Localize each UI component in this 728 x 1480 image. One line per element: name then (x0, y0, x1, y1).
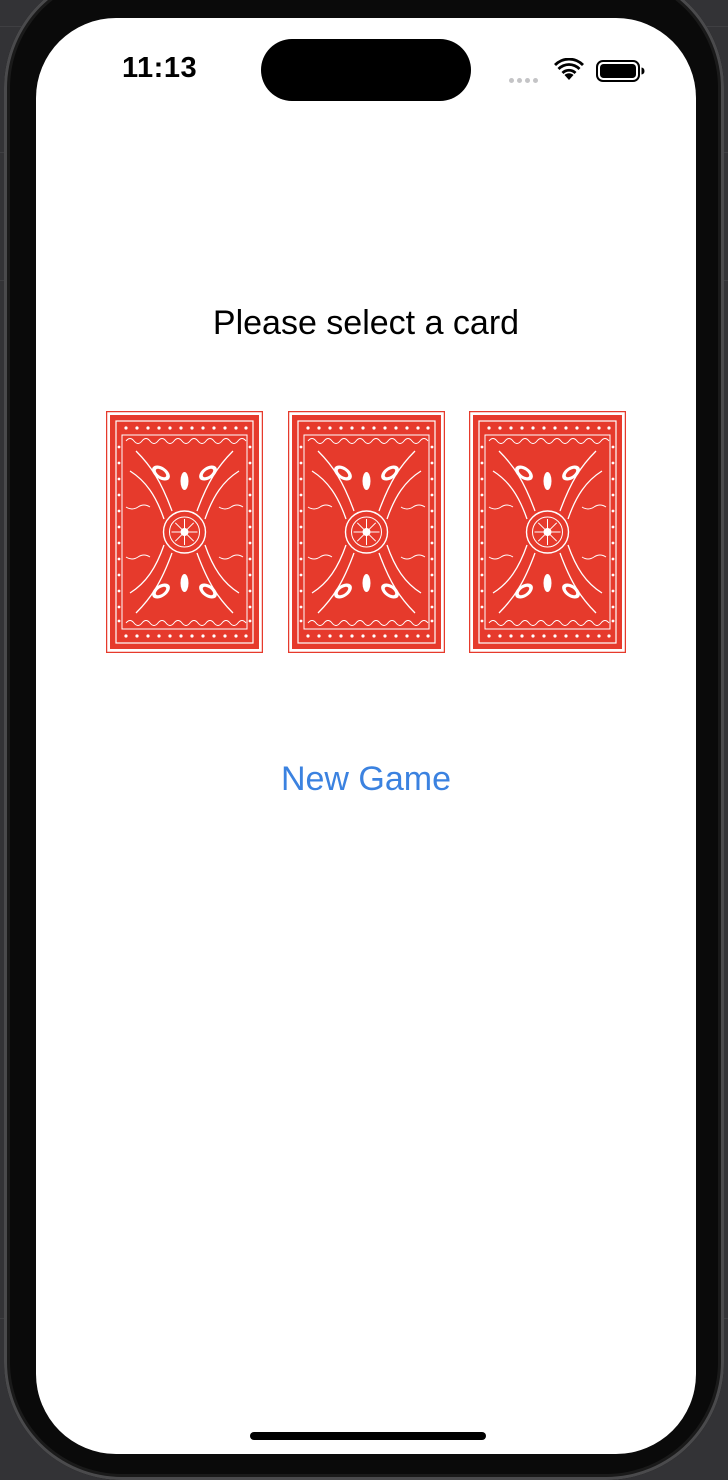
dynamic-island (261, 39, 471, 101)
battery-icon (596, 60, 645, 82)
instruction-label: Please select a card (212, 304, 520, 342)
new-game-button[interactable]: New Game (216, 754, 516, 805)
home-indicator[interactable] (250, 1432, 486, 1440)
card-back-image (469, 411, 626, 653)
cellular-dots-icon (509, 76, 543, 84)
card-back-image (288, 411, 445, 653)
card-2[interactable] (288, 411, 445, 653)
card-row (106, 411, 626, 653)
card-3[interactable] (469, 411, 626, 653)
status-time: 11:13 (122, 52, 198, 84)
wifi-icon (554, 58, 584, 80)
card-back-image (106, 411, 263, 653)
card-1[interactable] (106, 411, 263, 653)
phone-screen: 11:13 Please select a card New Game (36, 18, 696, 1454)
